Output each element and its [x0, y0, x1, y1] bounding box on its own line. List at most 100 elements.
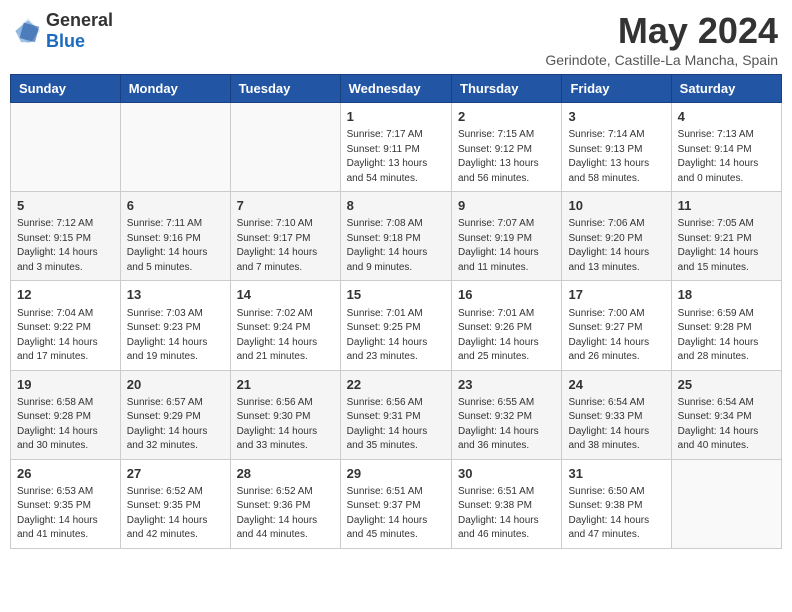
day-cell: 2 Sunrise: 7:15 AM Sunset: 9:12 PM Daylig…: [452, 103, 562, 192]
day-cell: 5 Sunrise: 7:12 AM Sunset: 9:15 PM Daylig…: [11, 192, 121, 281]
day-info: Sunrise: 7:08 AM Sunset: 9:18 PM Dayligh…: [347, 217, 445, 275]
day-cell: 19 Sunrise: 6:58 AM Sunset: 9:28 PM Dayli…: [11, 370, 121, 459]
day-number: 16: [458, 286, 555, 304]
day-cell: 11 Sunrise: 7:05 AM Sunset: 9:21 PM Dayli…: [671, 192, 781, 281]
day-number: 24: [568, 376, 664, 394]
page-header: General Blue May 2024 Gerindote, Castill…: [10, 10, 782, 68]
day-cell: [230, 103, 340, 192]
day-cell: 12 Sunrise: 7:04 AM Sunset: 9:22 PM Dayli…: [11, 281, 121, 370]
day-cell: 29Sunrise: 6:51 AM Sunset: 9:37 PM Dayli…: [340, 459, 451, 548]
day-cell: 30Sunrise: 6:51 AM Sunset: 9:38 PM Dayli…: [452, 459, 562, 548]
day-number: 17: [568, 286, 664, 304]
day-cell: 24 Sunrise: 6:54 AM Sunset: 9:33 PM Dayli…: [562, 370, 671, 459]
day-info: Sunrise: 6:59 AM Sunset: 9:28 PM Dayligh…: [678, 307, 775, 365]
day-info: Sunrise: 6:51 AM Sunset: 9:38 PM Dayligh…: [458, 485, 555, 543]
day-info: Sunrise: 7:14 AM Sunset: 9:13 PM Dayligh…: [568, 128, 664, 186]
day-cell: 1 Sunrise: 7:17 AM Sunset: 9:11 PM Daylig…: [340, 103, 451, 192]
day-info: Sunrise: 7:13 AM Sunset: 9:14 PM Dayligh…: [678, 128, 775, 186]
day-number: 13: [127, 286, 224, 304]
col-thursday: Thursday: [452, 75, 562, 103]
week-row-5: 26 Sunrise: 6:53 AM Sunset: 9:35 PM Dayli…: [11, 459, 782, 548]
week-row-3: 12 Sunrise: 7:04 AM Sunset: 9:22 PM Dayli…: [11, 281, 782, 370]
day-number: 3: [568, 108, 664, 126]
day-number: 18: [678, 286, 775, 304]
col-tuesday: Tuesday: [230, 75, 340, 103]
col-friday: Friday: [562, 75, 671, 103]
day-info: Sunrise: 7:07 AM Sunset: 9:19 PM Dayligh…: [458, 217, 555, 275]
day-number: 11: [678, 197, 775, 215]
day-cell: 21 Sunrise: 6:56 AM Sunset: 9:30 PM Dayli…: [230, 370, 340, 459]
day-number: 10: [568, 197, 664, 215]
day-cell: 31Sunrise: 6:50 AM Sunset: 9:38 PM Dayli…: [562, 459, 671, 548]
day-number: 28: [237, 465, 334, 483]
day-info: Sunrise: 6:52 AM Sunset: 9:36 PM Dayligh…: [237, 485, 334, 543]
day-info: Sunrise: 6:57 AM Sunset: 9:29 PM Dayligh…: [127, 396, 224, 454]
col-wednesday: Wednesday: [340, 75, 451, 103]
day-cell: 26 Sunrise: 6:53 AM Sunset: 9:35 PM Dayli…: [11, 459, 121, 548]
day-info: Sunrise: 6:55 AM Sunset: 9:32 PM Dayligh…: [458, 396, 555, 454]
day-cell: 9Sunrise: 7:07 AM Sunset: 9:19 PM Daylig…: [452, 192, 562, 281]
day-info: Sunrise: 7:17 AM Sunset: 9:11 PM Dayligh…: [347, 128, 445, 186]
day-cell: 7 Sunrise: 7:10 AM Sunset: 9:17 PM Daylig…: [230, 192, 340, 281]
col-sunday: Sunday: [11, 75, 121, 103]
day-info: Sunrise: 6:56 AM Sunset: 9:30 PM Dayligh…: [237, 396, 334, 454]
day-number: 8: [347, 197, 445, 215]
day-info: Sunrise: 7:00 AM Sunset: 9:27 PM Dayligh…: [568, 307, 664, 365]
week-row-1: 1 Sunrise: 7:17 AM Sunset: 9:11 PM Daylig…: [11, 103, 782, 192]
title-block: May 2024 Gerindote, Castille-La Mancha, …: [545, 10, 778, 68]
day-number: 1: [347, 108, 445, 126]
day-cell: 20Sunrise: 6:57 AM Sunset: 9:29 PM Dayli…: [120, 370, 230, 459]
day-info: Sunrise: 6:58 AM Sunset: 9:28 PM Dayligh…: [17, 396, 114, 454]
day-info: Sunrise: 6:53 AM Sunset: 9:35 PM Dayligh…: [17, 485, 114, 543]
day-cell: 25Sunrise: 6:54 AM Sunset: 9:34 PM Dayli…: [671, 370, 781, 459]
week-row-4: 19 Sunrise: 6:58 AM Sunset: 9:28 PM Dayli…: [11, 370, 782, 459]
day-number: 4: [678, 108, 775, 126]
calendar-table: Sunday Monday Tuesday Wednesday Thursday…: [10, 74, 782, 549]
calendar-header-row: Sunday Monday Tuesday Wednesday Thursday…: [11, 75, 782, 103]
day-number: 31: [568, 465, 664, 483]
day-info: Sunrise: 7:15 AM Sunset: 9:12 PM Dayligh…: [458, 128, 555, 186]
day-number: 26: [17, 465, 114, 483]
day-number: 15: [347, 286, 445, 304]
day-number: 27: [127, 465, 224, 483]
day-info: Sunrise: 7:02 AM Sunset: 9:24 PM Dayligh…: [237, 307, 334, 365]
day-number: 6: [127, 197, 224, 215]
day-info: Sunrise: 7:01 AM Sunset: 9:26 PM Dayligh…: [458, 307, 555, 365]
day-info: Sunrise: 7:11 AM Sunset: 9:16 PM Dayligh…: [127, 217, 224, 275]
day-info: Sunrise: 7:01 AM Sunset: 9:25 PM Dayligh…: [347, 307, 445, 365]
day-number: 5: [17, 197, 114, 215]
day-info: Sunrise: 7:10 AM Sunset: 9:17 PM Dayligh…: [237, 217, 334, 275]
day-number: 22: [347, 376, 445, 394]
day-cell: 14Sunrise: 7:02 AM Sunset: 9:24 PM Dayli…: [230, 281, 340, 370]
day-cell: 17 Sunrise: 7:00 AM Sunset: 9:27 PM Dayli…: [562, 281, 671, 370]
day-number: 21: [237, 376, 334, 394]
day-cell: 6 Sunrise: 7:11 AM Sunset: 9:16 PM Daylig…: [120, 192, 230, 281]
day-info: Sunrise: 7:05 AM Sunset: 9:21 PM Dayligh…: [678, 217, 775, 275]
day-number: 7: [237, 197, 334, 215]
day-info: Sunrise: 7:06 AM Sunset: 9:20 PM Dayligh…: [568, 217, 664, 275]
day-cell: 18 Sunrise: 6:59 AM Sunset: 9:28 PM Dayli…: [671, 281, 781, 370]
day-number: 2: [458, 108, 555, 126]
month-title: May 2024: [545, 10, 778, 52]
day-cell: 23Sunrise: 6:55 AM Sunset: 9:32 PM Dayli…: [452, 370, 562, 459]
day-cell: 22 Sunrise: 6:56 AM Sunset: 9:31 PM Dayli…: [340, 370, 451, 459]
day-cell: 13Sunrise: 7:03 AM Sunset: 9:23 PM Dayli…: [120, 281, 230, 370]
day-cell: 15 Sunrise: 7:01 AM Sunset: 9:25 PM Dayli…: [340, 281, 451, 370]
day-cell: 28 Sunrise: 6:52 AM Sunset: 9:36 PM Dayli…: [230, 459, 340, 548]
day-cell: 4 Sunrise: 7:13 AM Sunset: 9:14 PM Daylig…: [671, 103, 781, 192]
logo-blue: Blue: [46, 31, 85, 51]
logo-text: General Blue: [46, 10, 113, 52]
day-info: Sunrise: 6:52 AM Sunset: 9:35 PM Dayligh…: [127, 485, 224, 543]
day-info: Sunrise: 7:12 AM Sunset: 9:15 PM Dayligh…: [17, 217, 114, 275]
day-info: Sunrise: 7:04 AM Sunset: 9:22 PM Dayligh…: [17, 307, 114, 365]
logo-icon: [14, 17, 42, 45]
day-cell: 27 Sunrise: 6:52 AM Sunset: 9:35 PM Dayli…: [120, 459, 230, 548]
week-row-2: 5 Sunrise: 7:12 AM Sunset: 9:15 PM Daylig…: [11, 192, 782, 281]
location-subtitle: Gerindote, Castille-La Mancha, Spain: [545, 52, 778, 68]
day-info: Sunrise: 6:54 AM Sunset: 9:33 PM Dayligh…: [568, 396, 664, 454]
col-saturday: Saturday: [671, 75, 781, 103]
day-cell: 8 Sunrise: 7:08 AM Sunset: 9:18 PM Daylig…: [340, 192, 451, 281]
day-number: 12: [17, 286, 114, 304]
day-number: 19: [17, 376, 114, 394]
day-info: Sunrise: 6:56 AM Sunset: 9:31 PM Dayligh…: [347, 396, 445, 454]
